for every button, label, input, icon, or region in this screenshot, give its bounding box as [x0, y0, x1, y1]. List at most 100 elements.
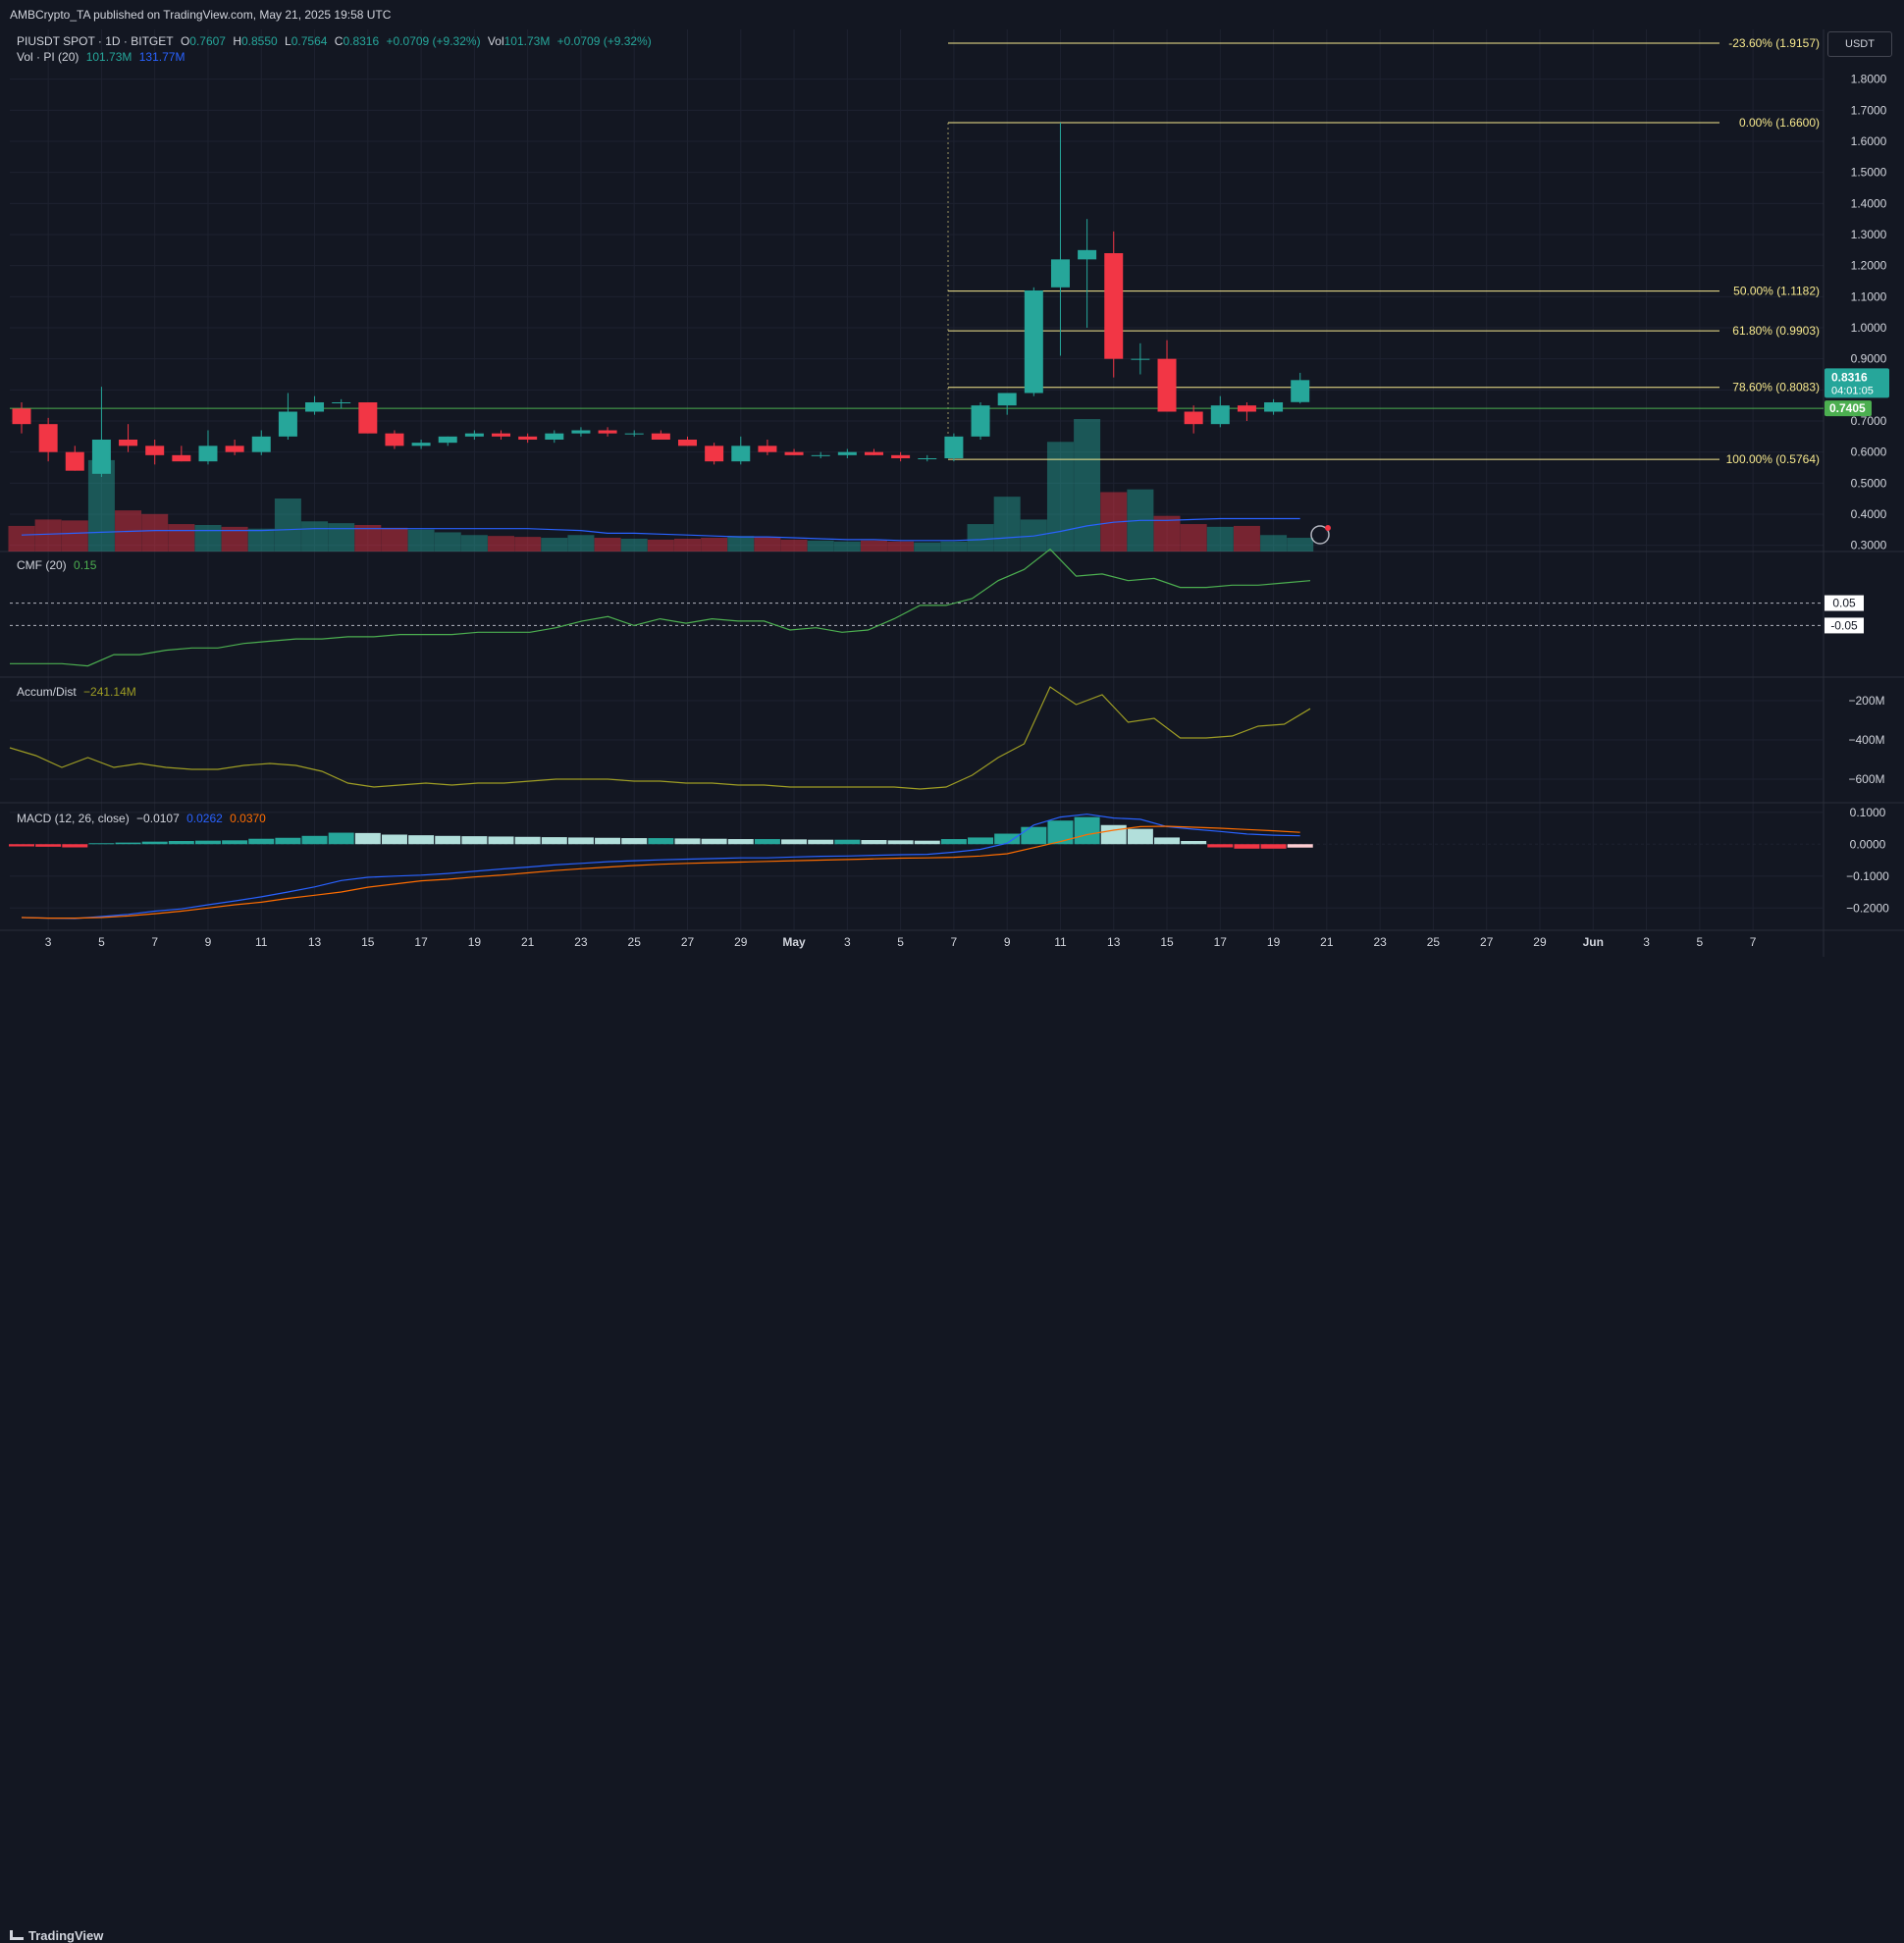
- price-tick-label: 1.8000: [1851, 73, 1887, 86]
- volume-bar: [567, 535, 595, 551]
- volume-bar: [1046, 442, 1074, 551]
- close-value: 0.8316: [343, 34, 380, 48]
- candle-down: [864, 451, 883, 455]
- vol-pi-label[interactable]: Vol · PI (20): [17, 50, 79, 64]
- macd-histogram-bar: [301, 835, 328, 845]
- candle-down: [1104, 253, 1124, 359]
- cmf-legend: CMF (20) 0.15: [17, 558, 100, 572]
- x-axis-label: 23: [574, 935, 588, 949]
- x-axis-label: 7: [951, 935, 958, 949]
- macd-histogram-bar: [595, 837, 621, 845]
- volume-bar: [541, 538, 568, 551]
- x-axis-label: 5: [897, 935, 904, 949]
- x-axis-label: 19: [1267, 935, 1281, 949]
- ad-tick-label: −600M: [1848, 772, 1884, 786]
- volume-bar: [940, 541, 968, 551]
- cmf-title[interactable]: CMF (20): [17, 558, 67, 572]
- macd-tick-label: 0.1000: [1850, 806, 1886, 819]
- volume-bar: [967, 524, 994, 551]
- candle-down: [492, 433, 511, 437]
- level-price-label: 0.7405: [1829, 401, 1866, 415]
- candle-up: [1210, 405, 1230, 425]
- macd-histogram-bar: [1100, 824, 1127, 845]
- macd-histogram-bar: [808, 839, 834, 845]
- x-axis-label: 9: [1004, 935, 1011, 949]
- macd-histogram-bar: [488, 836, 514, 845]
- ad-tick-label: −400M: [1848, 733, 1884, 747]
- candle-up: [411, 443, 431, 446]
- volume-bar: [301, 521, 329, 551]
- volume-bar: [8, 525, 35, 551]
- volume-bar: [168, 524, 195, 551]
- chart-stage[interactable]: -23.60% (1.9157) 0.00% (1.6600) 50.00% (1.…: [0, 0, 1904, 991]
- candle-down: [119, 440, 138, 446]
- volume-bar: [247, 528, 275, 551]
- macd-histogram-bar: [381, 834, 407, 845]
- macd-histogram-bar: [141, 841, 168, 845]
- price-tick-label: 1.7000: [1851, 103, 1887, 117]
- candle-down: [1184, 411, 1203, 425]
- chart-svg[interactable]: -23.60% (1.9157) 0.00% (1.6600) 50.00% (1.…: [0, 0, 1904, 991]
- ad-title[interactable]: Accum/Dist: [17, 685, 77, 699]
- x-axis-label: 25: [1427, 935, 1441, 949]
- price-tick-label: 1.6000: [1851, 134, 1887, 148]
- fib-level-label: 78.60% (0.8083): [1732, 381, 1820, 394]
- macd-histogram-bar: [275, 837, 301, 845]
- candle-down: [758, 446, 777, 452]
- currency-button[interactable]: USDT: [1827, 31, 1892, 57]
- x-axis-label: 19: [468, 935, 482, 949]
- fib-level-label: 0.00% (1.6600): [1739, 116, 1820, 130]
- price-tick-label: 1.5000: [1851, 166, 1887, 180]
- price-tick-label: 0.3000: [1851, 539, 1887, 552]
- symbol-label[interactable]: PIUSDT SPOT · 1D · BITGET: [17, 34, 174, 48]
- macd-signal-value: 0.0370: [230, 812, 266, 825]
- volume-bar: [274, 499, 301, 551]
- low-label: L: [285, 34, 291, 48]
- macd-histogram-bar: [1074, 816, 1100, 845]
- macd-histogram-bar: [1287, 844, 1313, 848]
- volume-bar: [1206, 526, 1234, 551]
- x-axis-label: 13: [308, 935, 322, 949]
- candle-down: [225, 446, 244, 452]
- volume-bar: [460, 535, 488, 551]
- current-price-label: 0.8316: [1831, 370, 1868, 384]
- macd-histogram-bar: [408, 835, 435, 845]
- vol-pi-value1: 101.73M: [85, 50, 132, 64]
- macd-histogram-bar: [1260, 844, 1287, 849]
- candle-down: [358, 402, 378, 434]
- candle-up: [624, 433, 644, 435]
- candle-down: [651, 433, 670, 440]
- candle-up: [278, 411, 297, 437]
- candle-down: [1237, 405, 1256, 412]
- volume-bar: [328, 523, 355, 551]
- candle-down: [385, 433, 404, 446]
- x-axis-label: 17: [414, 935, 428, 949]
- price-legend: PIUSDT SPOT · 1D · BITGET O0.7607 H0.855…: [17, 34, 656, 48]
- volume-bar: [488, 536, 515, 551]
- cmf-level-label: -0.05: [1830, 618, 1858, 632]
- macd-histogram-bar: [62, 844, 88, 848]
- candle-down: [705, 446, 724, 462]
- published-note: AMBCrypto_TA published on TradingView.co…: [10, 8, 392, 22]
- candle-up: [731, 446, 751, 462]
- cmf-value: 0.15: [74, 558, 97, 572]
- macd-value: 0.0262: [186, 812, 223, 825]
- x-axis-label: Jun: [1583, 935, 1604, 949]
- x-axis-label: 3: [844, 935, 851, 949]
- macd-histogram-bar: [354, 832, 381, 845]
- macd-title[interactable]: MACD (12, 26, close): [17, 812, 130, 825]
- candle-down: [784, 451, 804, 455]
- volume-legend: Vol · PI (20) 101.73M 131.77M: [17, 50, 188, 64]
- price-tick-label: 0.9000: [1851, 352, 1887, 366]
- volume-bar: [434, 532, 461, 551]
- volume-bar: [727, 536, 755, 551]
- x-axis-label: 5: [98, 935, 105, 949]
- low-value: 0.7564: [291, 34, 328, 48]
- candle-up: [305, 402, 325, 412]
- macd-histogram-bar: [621, 838, 648, 845]
- macd-histogram-bar: [701, 838, 727, 845]
- footer: TradingView: [0, 962, 1904, 1943]
- macd-histogram-bar: [834, 839, 861, 845]
- candle-up: [571, 430, 591, 434]
- candle-down: [891, 454, 911, 458]
